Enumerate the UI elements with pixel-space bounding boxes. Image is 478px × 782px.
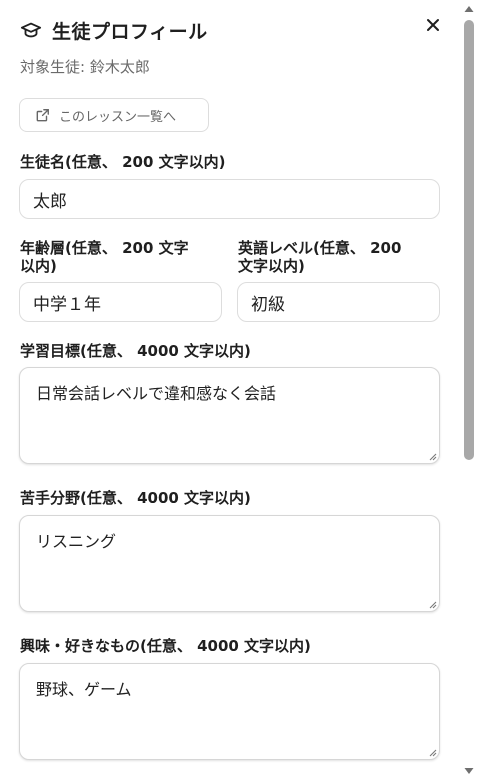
graduation-cap-icon [20, 19, 42, 41]
age-group-label-line1: 年齢層(任意、 200 文字 [20, 239, 189, 257]
lesson-list-button[interactable]: このレッスン一覧へ [19, 98, 209, 132]
english-level-label-line1: 英語レベル(任意、 200 [238, 239, 402, 257]
close-button[interactable] [422, 14, 444, 36]
interests-textarea[interactable]: 野球、ゲーム [19, 663, 440, 760]
panel-content: 生徒プロフィール 対象生徒: 鈴木太郎 このレッスン一覧へ 生徒名(任意、 20… [0, 0, 458, 782]
resize-handle-icon[interactable] [428, 748, 437, 757]
interests-value: 野球、ゲーム [36, 680, 132, 699]
age-group-input[interactable]: 中学１年 [19, 282, 222, 322]
learning-goal-value: 日常会話レベルで違和感なく会話 [36, 384, 277, 403]
student-profile-panel: 生徒プロフィール 対象生徒: 鈴木太郎 このレッスン一覧へ 生徒名(任意、 20… [0, 0, 478, 782]
scroll-up-arrow-icon[interactable] [463, 3, 475, 15]
scroll-down-arrow-icon[interactable] [463, 765, 475, 777]
panel-header: 生徒プロフィール [20, 16, 208, 44]
resize-handle-icon[interactable] [428, 600, 437, 609]
learning-goal-textarea[interactable]: 日常会話レベルで違和感なく会話 [19, 367, 440, 464]
english-level-label: 英語レベル(任意、 200 文字以内) [238, 239, 401, 275]
student-name-label: 生徒名(任意、 200 文字以内) [20, 153, 226, 171]
interests-label: 興味・好きなもの(任意、 4000 文字以内) [20, 637, 311, 655]
vertical-scrollbar[interactable] [460, 0, 478, 782]
resize-handle-icon[interactable] [428, 452, 437, 461]
weak-area-value: リスニング [36, 532, 117, 551]
external-link-icon [36, 108, 50, 122]
weak-area-textarea[interactable]: リスニング [19, 515, 440, 612]
target-student-label: 対象生徒: 鈴木太郎 [20, 58, 150, 76]
scrollbar-thumb[interactable] [464, 20, 474, 460]
student-name-input[interactable]: 太郎 [19, 179, 440, 219]
lesson-list-button-label: このレッスン一覧へ [59, 109, 177, 125]
page-title: 生徒プロフィール [52, 20, 208, 43]
english-level-label-line2: 文字以内) [238, 257, 305, 275]
close-icon [427, 19, 439, 31]
age-group-label-line2: 以内) [20, 257, 57, 275]
english-level-input[interactable]: 初級 [237, 282, 440, 322]
learning-goal-label: 学習目標(任意、 4000 文字以内) [20, 342, 251, 360]
weak-area-label: 苦手分野(任意、 4000 文字以内) [20, 489, 251, 507]
age-group-label: 年齢層(任意、 200 文字 以内) [20, 239, 189, 275]
